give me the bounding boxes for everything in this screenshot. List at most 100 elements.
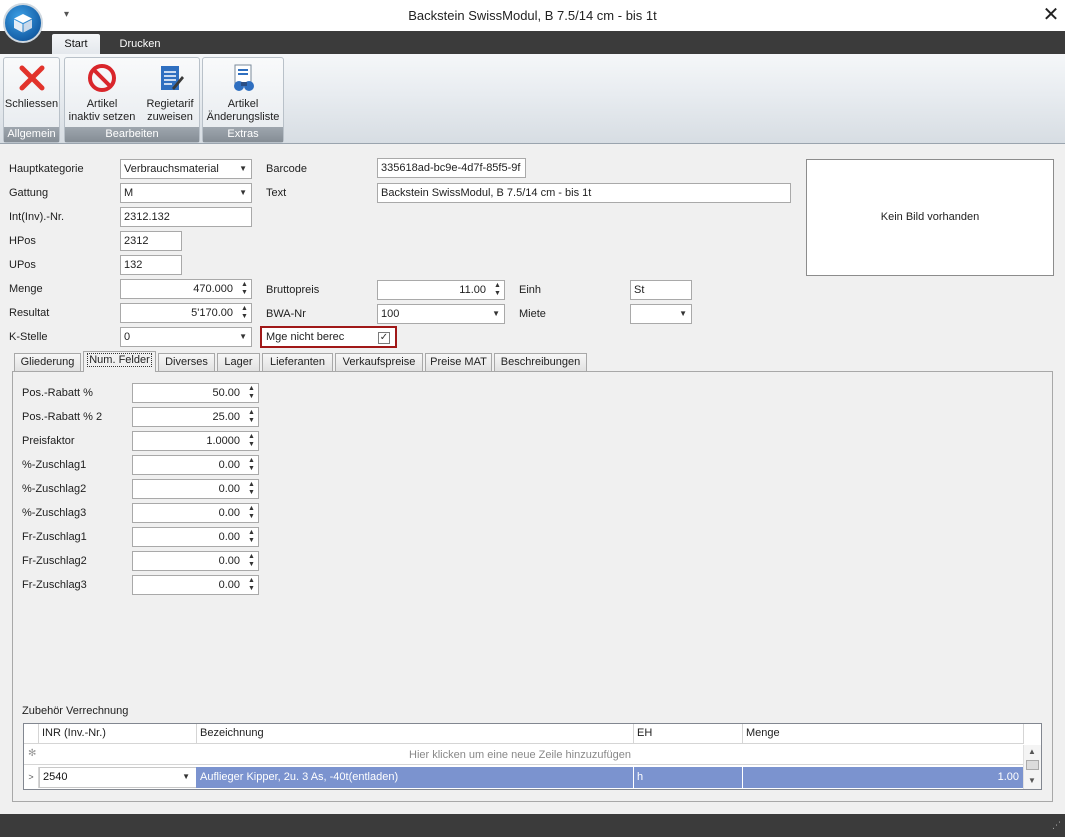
grid-inr-value: 2540 <box>43 771 68 783</box>
num-field-spinner[interactable]: 0.00 ▲ ▼ <box>132 527 259 547</box>
text-field[interactable]: Backstein SwissModul, B 7.5/14 cm - bis … <box>377 183 791 203</box>
num-field-value: 0.00 <box>218 555 240 567</box>
schliessen-button[interactable]: Schliessen <box>4 60 59 128</box>
num-field-spinner[interactable]: 25.00 ▲ ▼ <box>132 407 259 427</box>
einh-field[interactable]: St <box>630 280 692 300</box>
num-field-value: 25.00 <box>212 411 240 423</box>
tab-gliederung[interactable]: Gliederung <box>14 353 81 371</box>
grid-header-eh[interactable]: EH <box>634 724 743 744</box>
spin-arrows-icon[interactable]: ▲ ▼ <box>247 433 256 449</box>
chevron-down-icon[interactable]: ▼ <box>182 768 190 786</box>
chevron-down-icon[interactable]: ▼ <box>239 160 247 178</box>
num-field-spinner[interactable]: 0.00 ▲ ▼ <box>132 575 259 595</box>
kstelle-value: 0 <box>124 331 131 343</box>
mge-nicht-berec-checkbox[interactable]: ✓ <box>378 332 390 344</box>
grid-cell-menge[interactable]: 1.00 <box>743 767 1021 788</box>
spin-arrows-icon[interactable]: ▲ ▼ <box>493 282 502 298</box>
scroll-down-icon[interactable]: ▼ <box>1028 776 1036 785</box>
chevron-down-icon[interactable]: ▼ <box>239 184 247 202</box>
spin-arrows-icon[interactable]: ▲ ▼ <box>247 577 256 593</box>
image-placeholder[interactable]: Kein Bild vorhanden <box>806 159 1054 276</box>
window-title: Backstein SwissModul, B 7.5/14 cm - bis … <box>408 8 657 23</box>
scroll-up-icon[interactable]: ▲ <box>1028 747 1036 756</box>
int-nr-field[interactable]: 2312.132 <box>120 207 252 227</box>
regietarif-zuweisen-button[interactable]: Regietarif zuweisen <box>140 60 200 128</box>
scroll-thumb[interactable] <box>1026 760 1039 770</box>
num-field-label: %-Zuschlag1 <box>22 459 87 471</box>
spin-arrows-icon[interactable]: ▲ ▼ <box>247 457 256 473</box>
spin-arrows-icon[interactable]: ▲ ▼ <box>247 505 256 521</box>
tab-diverses[interactable]: Diverses <box>158 353 215 371</box>
spin-arrows-icon[interactable]: ▲ ▼ <box>247 409 256 425</box>
num-field-value: 0.00 <box>218 531 240 543</box>
gattung-label: Gattung <box>9 187 49 199</box>
grid-header-indicator <box>24 724 39 744</box>
num-field-spinner[interactable]: 0.00 ▲ ▼ <box>132 551 259 571</box>
bwa-nr-combo[interactable]: 100 ▼ <box>377 304 505 324</box>
resultat-spinner[interactable]: 5'170.00 ▲ ▼ <box>120 303 252 323</box>
num-field-value: 0.00 <box>218 483 240 495</box>
kstelle-combo[interactable]: 0 ▼ <box>120 327 252 347</box>
spin-arrows-icon[interactable]: ▲ ▼ <box>247 529 256 545</box>
menge-spinner[interactable]: 470.000 ▲ ▼ <box>120 279 252 299</box>
miete-label: Miete <box>519 308 546 320</box>
text-label: Text <box>266 187 287 199</box>
spin-arrows-icon[interactable]: ▲ ▼ <box>247 481 256 497</box>
grid-header-menge[interactable]: Menge <box>743 724 1024 744</box>
num-field-spinner[interactable]: 50.00 ▲ ▼ <box>132 383 259 403</box>
num-field-spinner[interactable]: 1.0000 ▲ ▼ <box>132 431 259 451</box>
barcode-field[interactable]: 335618ad-bc9e-4d7f-85f5-9f <box>377 158 526 178</box>
tab-verkaufspreise[interactable]: Verkaufspreise <box>335 353 423 371</box>
upos-field[interactable]: 132 <box>120 255 182 275</box>
grid-scrollbar[interactable]: ▲ ▼ <box>1023 745 1041 789</box>
spin-arrows-icon[interactable]: ▲ ▼ <box>240 281 249 297</box>
grid-cell-eh[interactable]: h <box>634 767 743 788</box>
grid-cell-bezeichnung[interactable]: Auflieger Kipper, 2u. 3 As, -40t(entlade… <box>197 767 634 788</box>
num-field-label: Pos.-Rabatt % <box>22 387 93 399</box>
chevron-down-icon[interactable]: ▼ <box>239 328 247 346</box>
menge-label: Menge <box>9 283 43 295</box>
mge-nicht-berec-label: Mge nicht berec <box>266 331 345 343</box>
miete-combo[interactable]: ▼ <box>630 304 692 324</box>
tab-lager[interactable]: Lager <box>217 353 260 371</box>
einh-label: Einh <box>519 284 542 296</box>
grid-header-inr[interactable]: INR (Inv.-Nr.) <box>39 724 197 744</box>
tab-beschreibungen[interactable]: Beschreibungen <box>494 353 587 371</box>
hauptkategorie-value: Verbrauchsmaterial <box>124 163 219 175</box>
close-x-icon <box>19 65 44 91</box>
artikel-inaktiv-button[interactable]: Artikel inaktiv setzen <box>66 60 138 128</box>
ribbon-tab-start[interactable]: Start <box>52 34 100 55</box>
hpos-field[interactable]: 2312 <box>120 231 182 251</box>
chevron-down-icon[interactable]: ▼ <box>679 305 687 323</box>
ribbon-tab-drucken[interactable]: Drucken <box>108 34 172 55</box>
app-menu-button[interactable] <box>3 3 43 43</box>
menge-value: 470.000 <box>193 283 233 295</box>
spin-arrows-icon[interactable]: ▲ ▼ <box>247 553 256 569</box>
hauptkategorie-combo[interactable]: Verbrauchsmaterial ▼ <box>120 159 252 179</box>
gattung-combo[interactable]: M ▼ <box>120 183 252 203</box>
grid-inr-combo[interactable]: 2540 ▼ <box>39 767 197 788</box>
spin-arrows-icon[interactable]: ▲ ▼ <box>247 385 256 401</box>
hauptkategorie-label: Hauptkategorie <box>9 163 84 175</box>
bruttopreis-label: Bruttopreis <box>266 284 320 296</box>
num-field-value: 0.00 <box>218 459 240 471</box>
close-window-button[interactable]: ✕ <box>1038 4 1064 26</box>
tab-num-felder[interactable]: Num. Felder <box>83 351 156 372</box>
num-field-value: 0.00 <box>218 507 240 519</box>
spin-arrows-icon[interactable]: ▲ ▼ <box>240 305 249 321</box>
artikel-aenderungsliste-button[interactable]: Artikel Änderungsliste <box>204 60 282 128</box>
bruttopreis-spinner[interactable]: 11.00 ▲ ▼ <box>377 280 505 300</box>
resize-grip-icon[interactable]: ⋰ <box>1052 820 1061 831</box>
zubehoer-title: Zubehör Verrechnung <box>22 705 129 717</box>
regietarif-label-2: zuweisen <box>147 111 193 123</box>
resultat-label: Resultat <box>9 307 50 319</box>
num-field-spinner[interactable]: 0.00 ▲ ▼ <box>132 503 259 523</box>
num-field-spinner[interactable]: 0.00 ▲ ▼ <box>132 455 259 475</box>
tab-preise-mat[interactable]: Preise MAT <box>425 353 492 371</box>
artikel-inaktiv-label-1: Artikel <box>86 98 118 110</box>
num-field-spinner[interactable]: 0.00 ▲ ▼ <box>132 479 259 499</box>
grid-header-bezeichnung[interactable]: Bezeichnung <box>197 724 634 744</box>
chevron-down-icon[interactable]: ▼ <box>492 305 500 323</box>
resultat-value: 5'170.00 <box>191 307 233 319</box>
tab-lieferanten[interactable]: Lieferanten <box>262 353 333 371</box>
